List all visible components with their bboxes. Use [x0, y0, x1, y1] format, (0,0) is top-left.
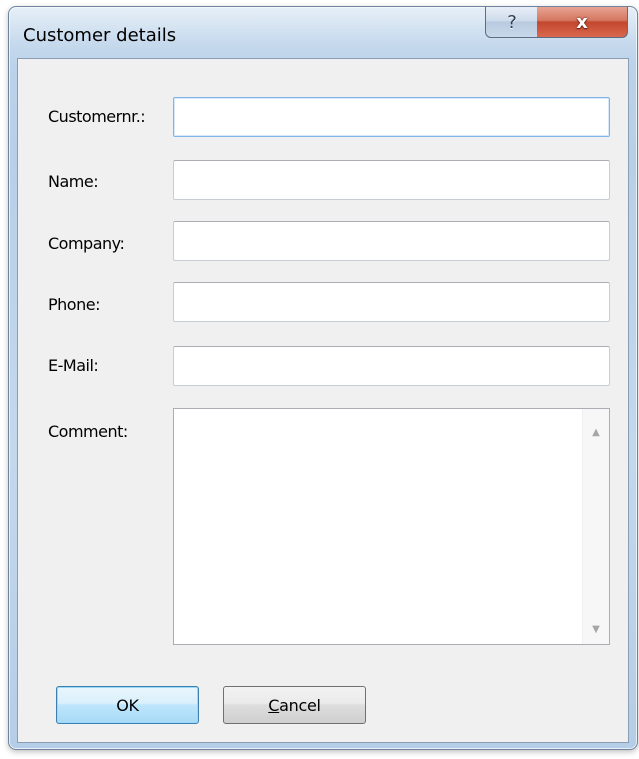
phone-input[interactable] [173, 282, 610, 322]
close-icon: x [576, 11, 588, 33]
dialog-body: Customernr.: Name: Company: Phone: E-Mai… [17, 58, 629, 743]
dialog-window: Customer details ? x Customernr.: Name: … [8, 6, 638, 750]
scroll-up-arrow-icon[interactable]: ▲ [583, 421, 609, 443]
comment-scrollbar[interactable]: ▲ ▼ [582, 409, 609, 644]
customernr-input[interactable] [173, 97, 610, 137]
ok-button-label: OK [116, 695, 139, 715]
phone-label: Phone: [48, 295, 100, 314]
email-input[interactable] [173, 346, 610, 386]
window-title: Customer details [23, 25, 177, 46]
title-bar[interactable]: Customer details ? x [9, 7, 637, 57]
comment-label: Comment: [48, 422, 128, 441]
name-label: Name: [48, 172, 99, 191]
company-input[interactable] [173, 221, 610, 261]
ok-button[interactable]: OK [56, 686, 199, 724]
help-button[interactable]: ? [485, 7, 539, 38]
name-input[interactable] [173, 160, 610, 200]
comment-textarea[interactable] [174, 409, 582, 644]
cancel-button-label: Cancel [268, 695, 321, 715]
cancel-label-rest: ancel [279, 695, 321, 715]
scroll-down-arrow-icon[interactable]: ▼ [583, 618, 609, 640]
close-button[interactable]: x [537, 7, 628, 38]
help-icon: ? [507, 11, 517, 33]
email-label: E-Mail: [48, 356, 99, 375]
customernr-label: Customernr.: [48, 107, 146, 126]
company-label: Company: [48, 234, 125, 253]
comment-field: ▲ ▼ [173, 408, 610, 645]
cancel-accelerator-key: C [268, 695, 280, 715]
cancel-button[interactable]: Cancel [223, 686, 366, 724]
